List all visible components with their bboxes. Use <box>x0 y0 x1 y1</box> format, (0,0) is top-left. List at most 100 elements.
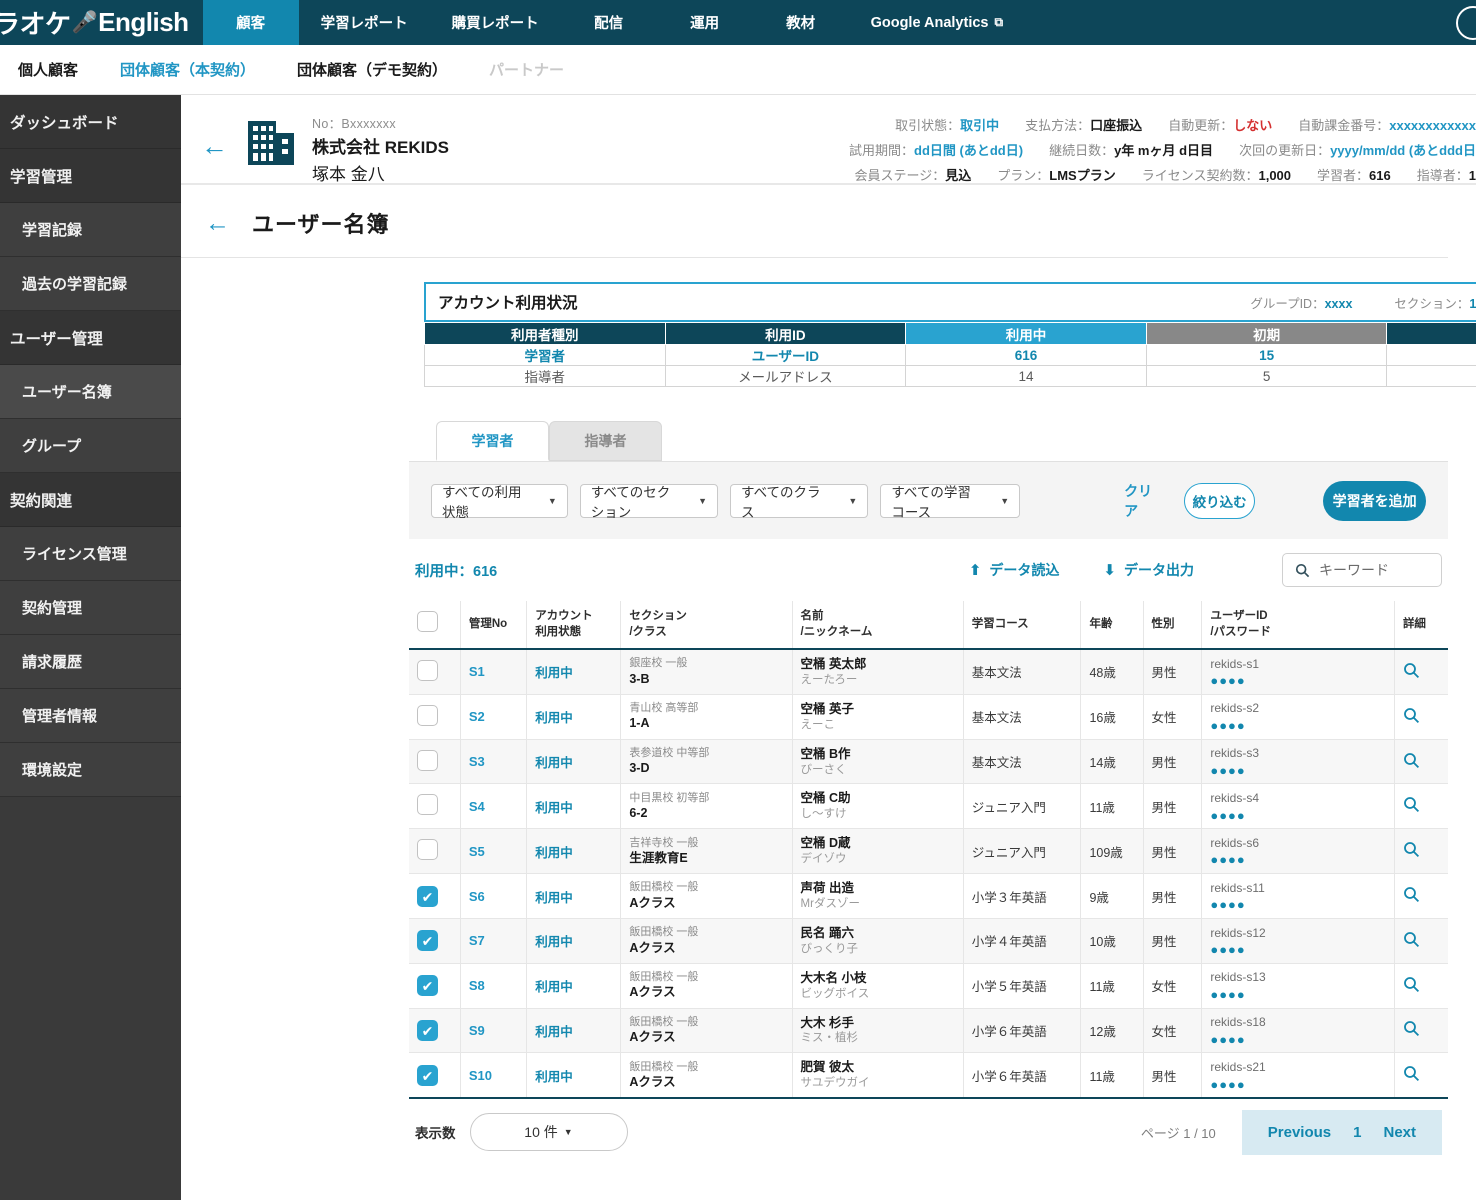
row-checkbox[interactable]: ✔ <box>417 1019 438 1041</box>
cell-manage-no[interactable]: S1 <box>460 649 528 695</box>
cell-detail[interactable] <box>1394 783 1448 830</box>
cell-select <box>409 828 461 875</box>
subnav-item-group-customer-demo[interactable]: 団体顧客（デモ契約） <box>297 59 447 80</box>
manage-no-link[interactable]: S8 <box>469 978 485 993</box>
cell-detail[interactable] <box>1394 918 1448 964</box>
sidebar-item-contract-management[interactable]: 契約管理 <box>0 581 181 635</box>
cell-detail[interactable] <box>1394 1052 1448 1100</box>
sidebar-item-license-management[interactable]: ライセンス管理 <box>0 527 181 581</box>
detail-search-icon[interactable] <box>1403 886 1420 903</box>
detail-search-icon[interactable] <box>1403 976 1420 993</box>
app-logo[interactable]: ラオケ 🎤 English <box>0 0 203 45</box>
tab-instructor[interactable]: 指導者 <box>549 421 662 461</box>
cell-detail[interactable] <box>1394 873 1448 919</box>
sidebar-item-group[interactable]: グループ <box>0 419 181 473</box>
cell-manage-no[interactable]: S9 <box>460 1008 528 1054</box>
row-checkbox[interactable]: ✔ <box>417 930 438 952</box>
detail-search-icon[interactable] <box>1403 796 1420 813</box>
manage-no-link[interactable]: S4 <box>469 799 485 814</box>
detail-search-icon[interactable] <box>1403 841 1420 858</box>
cell-manage-no[interactable]: S4 <box>460 783 528 830</box>
previous-page-button[interactable]: Previous <box>1268 1124 1331 1141</box>
add-learner-button[interactable]: 学習者を追加 <box>1323 480 1426 521</box>
topnav-item-materials[interactable]: 教材 <box>753 0 849 45</box>
row-checkbox[interactable]: ✔ <box>417 975 438 997</box>
select-all-checkbox[interactable] <box>417 611 438 633</box>
topnav-item-delivery[interactable]: 配信 <box>561 0 657 45</box>
tab-learner[interactable]: 学習者 <box>436 421 549 461</box>
manage-no-link[interactable]: S9 <box>469 1023 485 1038</box>
page-size-select[interactable]: 10 件 ▼ <box>469 1113 628 1152</box>
apply-filter-button[interactable]: 絞り込む <box>1183 482 1256 519</box>
user-avatar-icon[interactable] <box>1456 5 1476 40</box>
cell-manage-no[interactable]: S2 <box>460 694 528 740</box>
sidebar-item-admin-info[interactable]: 管理者情報 <box>0 689 181 743</box>
detail-search-icon[interactable] <box>1403 1065 1420 1082</box>
account-usage-title: アカウント利用状況 <box>438 295 578 312</box>
chevron-down-icon: ▼ <box>547 495 557 506</box>
cell-detail[interactable] <box>1394 1008 1448 1054</box>
next-page-button[interactable]: Next <box>1383 1124 1416 1141</box>
detail-search-icon[interactable] <box>1403 662 1420 679</box>
export-data-button[interactable]: ⬇ データ出力 <box>1103 560 1194 580</box>
topnav-item-google-analytics[interactable]: Google Analytics ⧉ <box>849 0 1025 45</box>
import-data-button[interactable]: ⬆ データ読込 <box>969 560 1060 580</box>
sidebar-group-learning-management[interactable]: 学習管理 <box>0 149 181 203</box>
row-checkbox[interactable]: ✔ <box>417 1064 438 1086</box>
sidebar-item-past-learning-record[interactable]: 過去の学習記録 <box>0 257 181 311</box>
detail-search-icon[interactable] <box>1403 1020 1420 1037</box>
sidebar-group-user-management[interactable]: ユーザー管理 <box>0 311 181 365</box>
detail-search-icon[interactable] <box>1403 707 1420 724</box>
row-checkbox[interactable] <box>417 839 438 861</box>
keyword-search-box[interactable]: キーワード <box>1282 553 1442 587</box>
cell-detail[interactable] <box>1394 694 1448 740</box>
select-section[interactable]: すべてのセクション ▼ <box>579 483 719 520</box>
manage-no-link[interactable]: S7 <box>469 933 485 948</box>
cell-manage-no[interactable]: S7 <box>460 918 528 964</box>
cell-manage-no[interactable]: S6 <box>460 873 528 919</box>
manage-no-link[interactable]: S6 <box>469 889 485 904</box>
cell-detail[interactable] <box>1394 649 1448 695</box>
sidebar-item-user-roster[interactable]: ユーザー名簿 <box>0 365 181 419</box>
subnav-item-individual-customer[interactable]: 個人顧客 <box>18 59 78 80</box>
back-arrow-icon[interactable]: ← <box>181 109 244 160</box>
sidebar-item-learning-record[interactable]: 学習記録 <box>0 203 181 257</box>
select-course[interactable]: すべての学習コース ▼ <box>880 483 1021 520</box>
select-usage-status[interactable]: すべての利用状態 ▼ <box>431 483 568 520</box>
row-checkbox[interactable]: ✔ <box>417 885 438 907</box>
row-checkbox[interactable] <box>417 704 438 726</box>
row-checkbox[interactable] <box>417 794 438 816</box>
cell-detail[interactable] <box>1394 963 1448 1009</box>
select-class[interactable]: すべてのクラス ▼ <box>730 483 869 520</box>
topnav-item-customer[interactable]: 顧客 <box>202 0 299 45</box>
clear-filters-link[interactable]: クリア <box>1124 481 1156 521</box>
page-number-1[interactable]: 1 <box>1353 1124 1361 1141</box>
cell-manage-no[interactable]: S10 <box>460 1052 528 1100</box>
detail-search-icon[interactable] <box>1403 931 1420 948</box>
detail-search-icon[interactable] <box>1403 752 1420 769</box>
topnav-item-operation[interactable]: 運用 <box>657 0 753 45</box>
cell-manage-no[interactable]: S5 <box>460 828 528 875</box>
subnav-item-partner[interactable]: パートナー <box>489 59 564 80</box>
row-checkbox[interactable] <box>417 749 438 771</box>
cell-detail[interactable] <box>1394 739 1448 785</box>
sidebar-item-environment-settings[interactable]: 環境設定 <box>0 743 181 797</box>
cell-in-use: 616 <box>905 344 1147 366</box>
cell-userid-password: rekids-s21 ●●●● <box>1201 1052 1395 1100</box>
row-checkbox[interactable] <box>417 659 438 681</box>
cell-manage-no[interactable]: S3 <box>460 739 528 785</box>
page-back-arrow-icon[interactable]: ← <box>205 209 230 238</box>
cell-manage-no[interactable]: S8 <box>460 963 528 1009</box>
sidebar-item-billing-history[interactable]: 請求履歴 <box>0 635 181 689</box>
topnav-item-purchase-report[interactable]: 購買レポート <box>430 0 561 45</box>
cell-detail[interactable] <box>1394 828 1448 875</box>
sidebar-group-contract-related[interactable]: 契約関連 <box>0 473 181 527</box>
manage-no-link[interactable]: S2 <box>469 709 485 724</box>
manage-no-link[interactable]: S10 <box>469 1068 492 1083</box>
manage-no-link[interactable]: S3 <box>469 754 485 769</box>
topnav-item-learning-report[interactable]: 学習レポート <box>299 0 430 45</box>
subnav-item-group-customer-contract[interactable]: 団体顧客（本契約） <box>120 59 255 80</box>
sidebar-item-dashboard[interactable]: ダッシュボード <box>0 95 181 149</box>
manage-no-link[interactable]: S5 <box>469 844 485 859</box>
manage-no-link[interactable]: S1 <box>469 664 485 679</box>
